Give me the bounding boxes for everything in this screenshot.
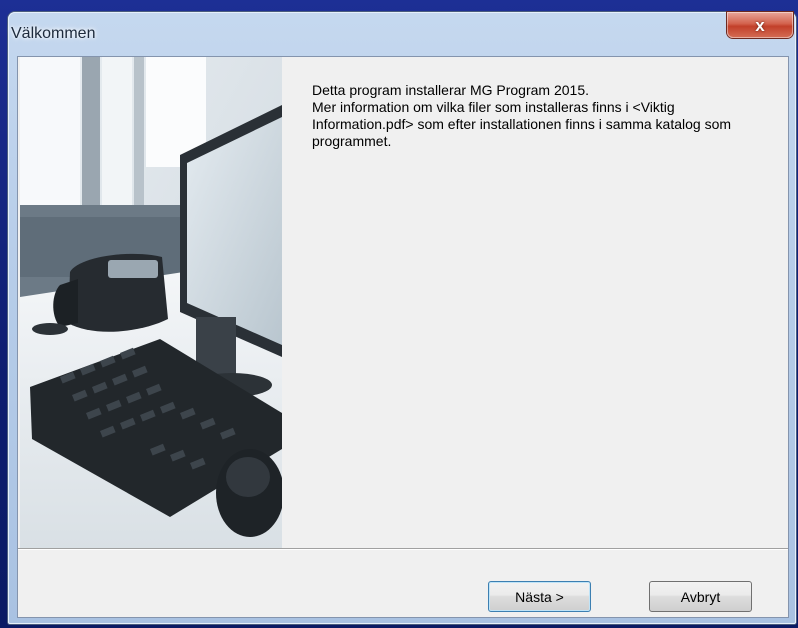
window-title: Välkommen — [11, 25, 96, 42]
close-icon: x — [755, 15, 765, 35]
install-details-text: Mer information om vilka filer som insta… — [312, 99, 732, 149]
close-button[interactable]: x — [727, 12, 793, 38]
install-intro-text: Detta program installerar MG Program 201… — [312, 82, 589, 98]
title-bar[interactable]: Välkommen x — [8, 12, 796, 56]
dialog-client-area: Detta program installerar MG Program 201… — [17, 56, 789, 618]
next-button[interactable]: Nästa > — [488, 581, 591, 612]
welcome-text-panel: Detta program installerar MG Program 201… — [282, 57, 788, 548]
button-separator — [18, 548, 788, 550]
cancel-button[interactable]: Avbryt — [649, 581, 752, 612]
welcome-image — [20, 57, 282, 548]
installer-dialog: Välkommen x Detta program installerar MG… — [8, 12, 796, 624]
info-text: Detta program installerar MG Program 201… — [312, 82, 772, 150]
